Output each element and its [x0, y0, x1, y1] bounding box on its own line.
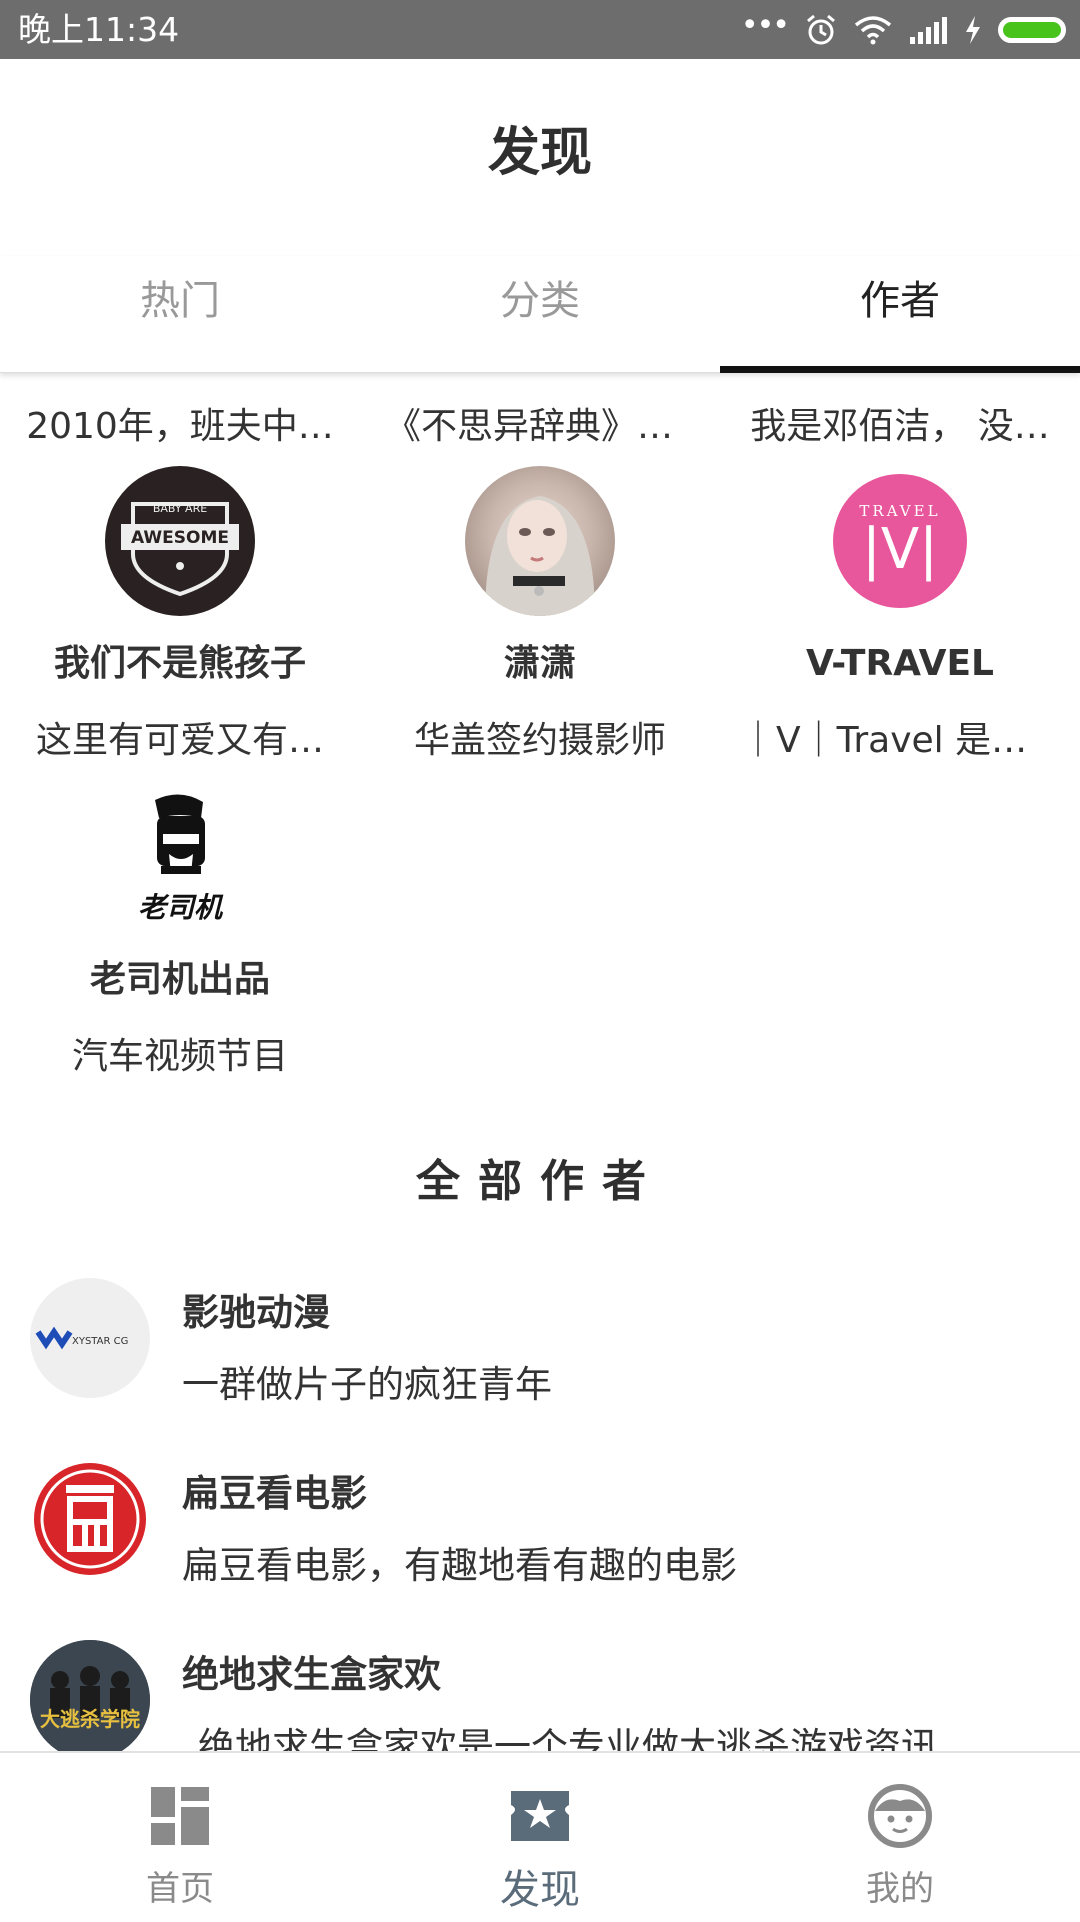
featured-author-card[interactable]: 老司机 老司机出品 汽车视频节目 — [0, 782, 360, 1082]
author-name: 我们不是熊孩子 — [53, 643, 306, 684]
page-title: 发现 — [487, 123, 592, 183]
tab-hot[interactable]: 热门 — [0, 256, 360, 372]
author-name: V-TRAVEL — [806, 643, 994, 684]
author-description: 一群做片子的疯狂青年 — [182, 1363, 552, 1406]
doll-portrait-icon — [485, 496, 595, 616]
avatar-text: AWESOME — [131, 528, 229, 548]
battery-icon — [998, 17, 1066, 43]
featured-description: 我是邓佰洁， 没… — [750, 406, 1050, 447]
tab-bar: 热门 分类 作者 — [0, 256, 1080, 373]
nav-discover[interactable]: 发现 — [360, 1753, 720, 1922]
author-name: 扁豆看电影 — [182, 1472, 367, 1515]
section-title: 全部作者 — [416, 1156, 664, 1207]
biandou-seal-icon — [34, 1463, 146, 1575]
avatar[interactable]: 老司机 — [105, 782, 255, 932]
author-name: 潇潇 — [503, 643, 576, 684]
author-description: 汽车视频节目 — [71, 1036, 288, 1077]
tab-label: 作者 — [860, 278, 940, 324]
tab-category[interactable]: 分类 — [360, 256, 720, 372]
status-time: 晚上11:34 — [18, 10, 180, 49]
bottom-nav: 首页 发现 我的 — [0, 1751, 1080, 1922]
author-name: 影驰动漫 — [182, 1291, 330, 1334]
avatar-text-top: BABY ARE — [153, 502, 207, 515]
featured-description: 2010年，班夫中… — [26, 406, 334, 447]
nav-label: 发现 — [500, 1867, 580, 1913]
pubg-school-icon: 大逃杀学院 — [30, 1640, 150, 1751]
nav-mine[interactable]: 我的 — [720, 1753, 1080, 1922]
author-description: 绝地求生盒家欢是一个专业做大逃杀游戏资讯、… — [198, 1725, 1012, 1751]
author-list-item[interactable]: 扁豆看电影 扁豆看电影，有趣地看有趣的电影 — [0, 1459, 1080, 1629]
avatar[interactable] — [465, 466, 615, 616]
author-description: ｜V｜Travel 是赞… — [740, 720, 1064, 761]
author-description: 这里有可爱又有… — [35, 720, 324, 761]
avatar[interactable]: TRAVEL |V| — [825, 466, 975, 616]
featured-description: 《不思异辞典》记… — [385, 406, 695, 447]
author-name: 老司机出品 — [89, 959, 270, 1000]
avatar[interactable]: XYSTAR CG — [30, 1278, 150, 1398]
avatar[interactable]: BABY ARE AWESOME — [105, 466, 255, 616]
old-driver-logo-icon: 老司机 — [138, 794, 224, 924]
author-description: 扁豆看电影，有趣地看有趣的电影 — [182, 1544, 737, 1587]
dashboard-icon — [151, 1787, 209, 1845]
charging-icon — [966, 16, 980, 44]
author-list-item[interactable]: 大逃杀学院 绝地求生盒家欢 绝地求生盒家欢是一个专业做大逃杀游戏资讯、… — [0, 1640, 1080, 1751]
awesome-badge-icon: BABY ARE AWESOME — [121, 502, 239, 597]
tab-label: 分类 — [500, 278, 580, 324]
author-description: 华盖签约摄影师 — [413, 720, 666, 761]
status-icons: ••• — [741, 8, 1066, 52]
tab-label: 热门 — [140, 278, 220, 324]
alarm-icon — [807, 14, 835, 45]
featured-author-card[interactable]: 潇潇 华盖签约摄影师 — [360, 466, 720, 766]
xystar-logo-icon: XYSTAR CG — [35, 1326, 128, 1350]
featured-author-card[interactable]: TRAVEL |V| V-TRAVEL ｜V｜Travel 是赞… — [720, 466, 1080, 766]
author-list-item[interactable]: XYSTAR CG 影驰动漫 一群做片子的疯狂青年 — [0, 1278, 1080, 1448]
nav-home[interactable]: 首页 — [0, 1753, 360, 1922]
v-travel-logo-icon: TRAVEL |V| — [833, 474, 967, 608]
star-ticket-icon — [511, 1791, 569, 1841]
avatar-text: 大逃杀学院 — [40, 1707, 140, 1731]
status-bar: 晚上11:34 ••• — [0, 0, 1080, 59]
nav-label: 我的 — [866, 1869, 934, 1909]
more-dots-icon: ••• — [740, 7, 790, 43]
avatar[interactable]: 大逃杀学院 — [30, 1640, 150, 1751]
avatar-text: XYSTAR CG — [72, 1336, 128, 1347]
avatar-text: 老司机 — [138, 891, 224, 924]
wifi-icon — [854, 16, 892, 45]
avatar[interactable] — [30, 1459, 150, 1579]
author-name: 绝地求生盒家欢 — [182, 1653, 441, 1696]
tab-author[interactable]: 作者 — [720, 256, 1080, 373]
featured-author-card[interactable]: BABY ARE AWESOME 我们不是熊孩子 这里有可爱又有… — [0, 466, 360, 766]
tab-indicator — [720, 366, 1080, 373]
signal-icon — [910, 17, 947, 44]
avatar-text: |V| — [861, 517, 939, 582]
nav-label: 首页 — [146, 1869, 214, 1909]
face-icon — [868, 1784, 932, 1848]
